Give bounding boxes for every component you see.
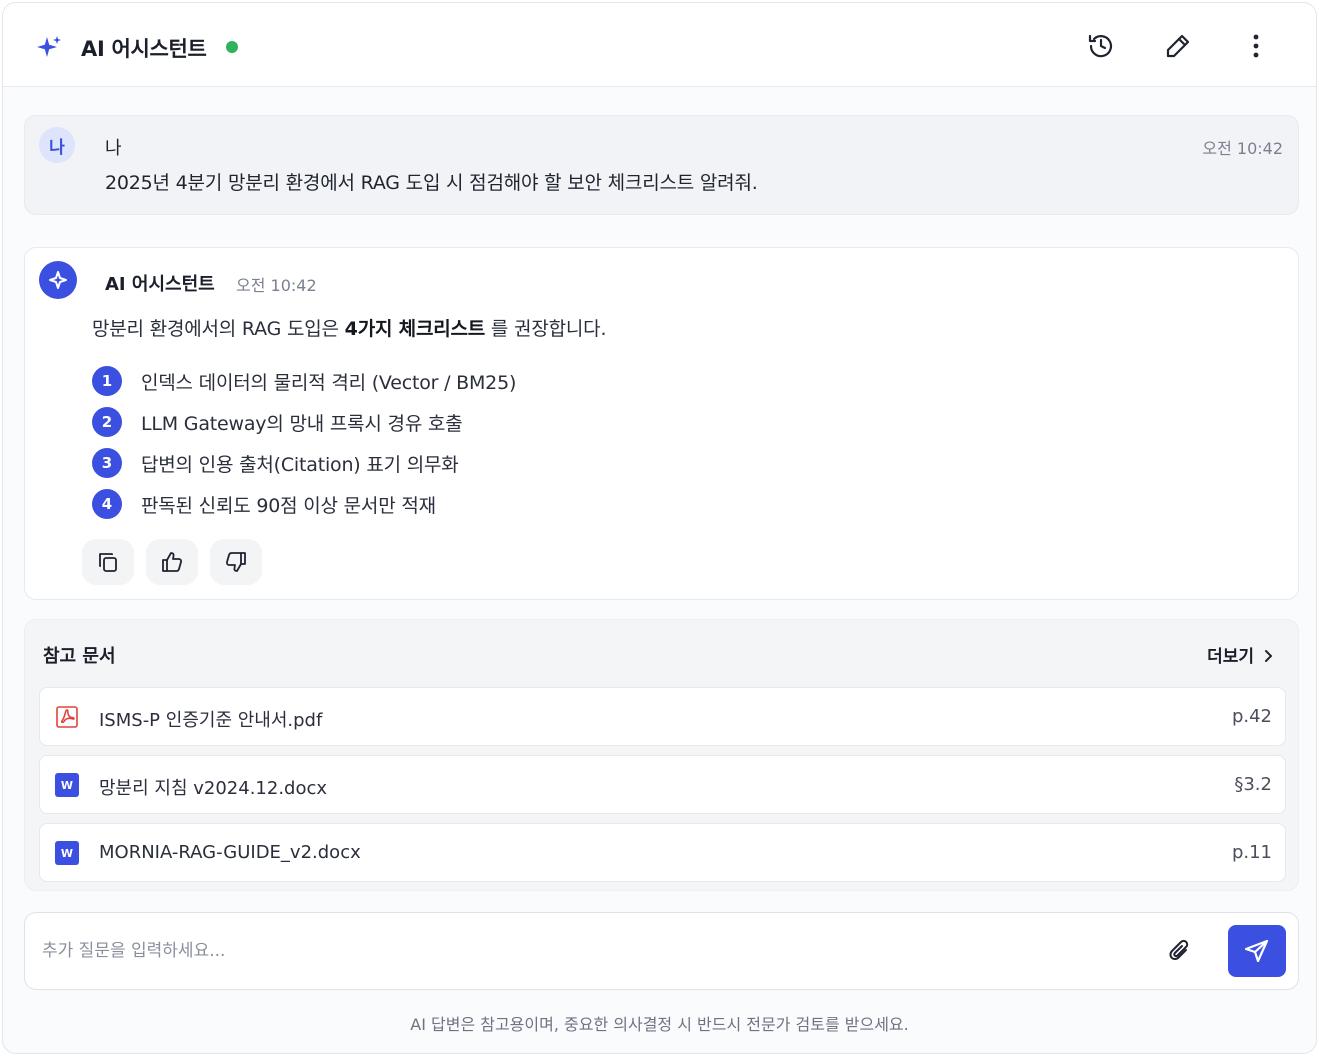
thumbs-down-icon	[225, 552, 246, 572]
copy-icon	[99, 553, 117, 572]
item-number-badge: 1	[92, 366, 122, 396]
ai-message-time: 오전 10:42	[236, 276, 317, 295]
page-title: AI 어시스턴트	[81, 37, 207, 61]
more-vertical-icon	[1253, 34, 1259, 58]
ai-message: AI 어시스턴트 오전 10:42 망분리 환경에서의 RAG 도입은 4가지 …	[24, 247, 1299, 600]
paperclip-icon[interactable]	[1165, 936, 1195, 966]
ai-intro-text: 망분리 환경에서의 RAG 도입은 4가지 체크리스트 를 권장합니다.	[92, 314, 606, 341]
header: AI 어시스턴트	[3, 3, 1316, 87]
item-number-badge: 4	[92, 489, 122, 519]
ai-name: AI 어시스턴트	[105, 274, 215, 295]
reference-name: MORNIA-RAG-GUIDE_v2.docx	[99, 842, 361, 863]
references-title: 참고 문서	[43, 646, 116, 667]
list-item-text: 답변의 인용 출처(Citation) 표기 의무화	[141, 454, 459, 476]
user-message: 나 나 오전 10:42 2025년 4분기 망분리 환경에서 RAG 도입 시…	[24, 115, 1299, 215]
disclaimer-text: AI 답변은 참고용이며, 중요한 의사결정 시 반드시 전문가 검토를 받으세…	[410, 1015, 909, 1034]
send-icon	[1244, 939, 1269, 963]
list-item-text: LLM Gateway의 망내 프록시 경유 호출	[141, 413, 463, 435]
chat-window: AI 어시스턴트 나 나 오전 10:42 2025년 4분기 망분리 환경에서…	[2, 2, 1317, 1054]
list-item-text: 인덱스 데이터의 물리적 격리 (Vector / BM25)	[141, 372, 517, 394]
avatar: 나	[39, 127, 75, 163]
reference-item[interactable]: W MORNIA-RAG-GUIDE_v2.docx p.11	[39, 823, 1286, 882]
intro-text-emphasis: 4가지 체크리스트	[344, 318, 486, 340]
history-button[interactable]	[1086, 31, 1116, 61]
word-icon: W	[55, 841, 79, 865]
intro-text-start: 망분리 환경에서의 RAG 도입은	[92, 318, 345, 340]
reference-page: p.11	[1231, 842, 1272, 863]
sparkle-icon	[37, 36, 61, 57]
item-number-badge: 2	[92, 407, 122, 437]
send-button[interactable]	[1228, 925, 1286, 977]
message-composer	[24, 912, 1299, 990]
thumbs-up-button[interactable]	[146, 539, 198, 585]
user-name: 나	[105, 138, 122, 159]
reference-item[interactable]: W 망분리 지침 v2024.12.docx §3.2	[39, 755, 1286, 814]
more-label: 더보기	[1207, 647, 1254, 667]
reference-page: p.42	[1231, 706, 1272, 727]
pdf-icon	[56, 706, 78, 728]
thumbs-down-button[interactable]	[210, 539, 262, 585]
online-status-indicator	[226, 41, 238, 53]
more-references-button[interactable]: 더보기	[1207, 642, 1276, 667]
list-item-text: 판독된 신뢰도 90점 이상 문서만 적재	[141, 495, 436, 517]
question-input[interactable]	[42, 933, 1142, 969]
ai-avatar	[39, 261, 77, 299]
reference-item[interactable]: ISMS-P 인증기준 안내서.pdf p.42	[39, 687, 1286, 746]
copy-button[interactable]	[82, 539, 134, 585]
edit-icon	[1166, 34, 1190, 58]
reference-name: 망분리 지침 v2024.12.docx	[99, 778, 328, 799]
intro-text-end: 를 권장합니다.	[485, 318, 607, 340]
word-icon: W	[55, 773, 79, 797]
reference-name: ISMS-P 인증기준 안내서.pdf	[99, 710, 323, 731]
reference-documents: 참고 문서 더보기 ISMS-P 인증기준 안내서.pdf p.42 W 망분리…	[24, 619, 1299, 891]
history-icon	[1088, 34, 1113, 58]
user-message-text: 2025년 4분기 망분리 환경에서 RAG 도입 시 점검해야 할 보안 체크…	[105, 172, 758, 194]
new-chat-edit-button[interactable]	[1163, 31, 1193, 61]
chevron-right-icon	[1265, 650, 1272, 662]
item-number-badge: 3	[92, 448, 122, 478]
thumbs-up-icon	[162, 552, 183, 572]
reference-page: §3.2	[1234, 774, 1272, 795]
more-options-button[interactable]	[1241, 31, 1271, 61]
user-message-time: 오전 10:42	[1202, 139, 1283, 158]
sparkle-icon	[49, 271, 67, 289]
